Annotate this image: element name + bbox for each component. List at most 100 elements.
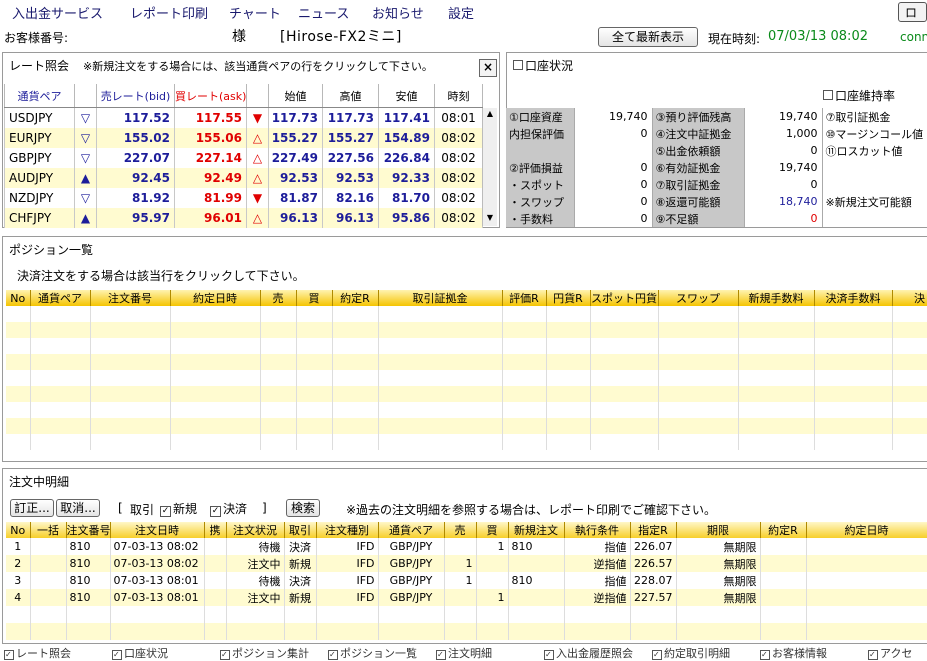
order-col-header[interactable]: 新規注文 <box>508 522 565 538</box>
order-cell <box>676 606 761 623</box>
position-cell <box>30 306 91 322</box>
position-col-header[interactable]: スワップ <box>658 290 739 306</box>
rate-row-nzdjpy[interactable]: NZDJPY ▽ 81.92 81.99 ▼ 81.87 82.16 81.70 08:02 <box>4 188 483 208</box>
position-col-header[interactable]: 決 <box>892 290 927 306</box>
position-col-header[interactable]: No <box>6 290 31 306</box>
position-cell <box>590 386 659 402</box>
footer-tab[interactable]: ✓ ポジション集計 <box>220 645 309 661</box>
order-col-header[interactable]: 期限 <box>676 522 761 538</box>
close-icon[interactable]: × <box>479 59 497 77</box>
order-col-header[interactable]: 通貨ペア <box>378 522 445 538</box>
position-col-header[interactable]: スポット円貨 <box>590 290 659 306</box>
pair: NZDJPY <box>4 188 75 208</box>
bid-rate: 227.07 <box>96 148 175 168</box>
menu-report-print[interactable]: レポート印刷 <box>130 3 208 22</box>
order-col-header[interactable]: 執行条件 <box>564 522 631 538</box>
order-col-header[interactable]: 約定日時 <box>806 522 927 538</box>
position-col-header[interactable]: 約定日時 <box>170 290 261 306</box>
menu-settings[interactable]: 設定 <box>448 3 474 22</box>
order-col-header[interactable]: 指定R <box>630 522 677 538</box>
order-col-header[interactable]: 注文番号 <box>66 522 111 538</box>
footer-tab[interactable]: ✓ 入出金履歴照会 <box>544 645 633 661</box>
position-empty-row <box>6 434 927 450</box>
order-cell: 810 <box>66 572 111 589</box>
checkbox-icon <box>513 60 523 70</box>
menu-deposit-withdrawal[interactable]: 入出金サービス <box>12 3 103 22</box>
position-cell <box>6 434 31 450</box>
modify-order-button[interactable]: 訂正... <box>10 499 54 517</box>
position-col-header[interactable]: 買 <box>296 290 333 306</box>
rate-scrollbar[interactable]: ▲ ▼ <box>482 108 497 226</box>
rate-row-gbpjpy[interactable]: GBPJPY ▽ 227.07 227.14 △ 227.49 227.56 226.84 08… <box>4 148 483 168</box>
order-col-header[interactable]: 一括 <box>30 522 67 538</box>
checkbox-icon: ✓ <box>652 650 662 660</box>
position-col-header[interactable]: 新規手数料 <box>738 290 815 306</box>
account-label: ・手数料 <box>506 210 575 227</box>
rate-row-chfjpy[interactable]: CHFJPY ▲ 95.97 96.01 △ 96.13 96.13 95.86 08:02 <box>4 208 483 228</box>
menu-news[interactable]: ニュース <box>298 3 349 22</box>
footer-tab[interactable]: ✓ 注文明細 <box>436 645 492 661</box>
order-cell <box>444 606 477 623</box>
order-col-header[interactable]: 注文種別 <box>316 522 379 538</box>
footer-tab[interactable]: ✓ 口座状況 <box>112 645 168 661</box>
pair: CHFJPY <box>4 208 75 228</box>
order-col-header[interactable]: 注文状況 <box>226 522 285 538</box>
position-col-header[interactable]: 取引証拠金 <box>378 290 503 306</box>
position-cell <box>6 338 31 354</box>
position-col-header[interactable]: 通貨ペア <box>30 290 91 306</box>
footer-tab[interactable]: ✓ アクセ <box>868 645 912 661</box>
rate-row-eurjpy[interactable]: EURJPY ▽ 155.02 155.06 △ 155.27 155.27 154.89 08… <box>4 128 483 148</box>
low-rate: 81.70 <box>378 188 435 208</box>
order-cell: 注文中 <box>226 555 285 572</box>
account-row: ⑤出金依頼額 0 ⑪ロスカット値 <box>506 142 927 159</box>
position-cell <box>738 306 815 322</box>
account-value: 0 <box>574 176 653 193</box>
order-col-header[interactable]: 売 <box>444 522 477 538</box>
logout-button[interactable]: ログ <box>898 2 927 22</box>
account-label: ⑨不足額 <box>652 210 745 227</box>
footer-tab[interactable]: ✓ レート照会 <box>4 645 71 661</box>
position-col-header[interactable]: 円貨R <box>546 290 591 306</box>
rate-row-audjpy[interactable]: AUDJPY ▲ 92.45 92.49 △ 92.53 92.53 92.33 08:02 <box>4 168 483 188</box>
order-grid: No 一括 注文番号 注文日時携注文状況 取引 注文種別 通貨ペア売買新規注文 執行条件 指定R… <box>6 522 927 640</box>
rate-row-usdjpy[interactable]: USDJPY ▽ 117.52 117.55 ▼ 117.73 117.73 117.41 08… <box>4 107 483 128</box>
position-cell <box>170 434 261 450</box>
position-col-header[interactable]: 評価R <box>502 290 547 306</box>
order-col-header[interactable]: 買 <box>476 522 509 538</box>
filter-close-checkbox[interactable]: ✓ 決済 <box>210 500 247 517</box>
order-cell <box>806 555 927 572</box>
bid-rate: 95.97 <box>96 208 175 228</box>
scroll-down-icon[interactable]: ▼ <box>484 212 496 224</box>
position-cell <box>260 434 297 450</box>
footer-tab[interactable]: ✓ 約定取引明細 <box>652 645 730 661</box>
position-col-header[interactable]: 約定R <box>332 290 379 306</box>
scroll-up-icon[interactable]: ▲ <box>484 108 496 120</box>
menu-chart[interactable]: チャート <box>229 3 281 22</box>
refresh-all-button[interactable]: 全て最新表示 <box>598 27 698 47</box>
order-row[interactable]: 3 810 07-03-13 08:01 待機 決済 IFD GBP/JPY 1 810 指値 22… <box>6 572 927 589</box>
filter-new-checkbox[interactable]: ✓ 新規 <box>160 500 197 517</box>
footer-tab[interactable]: ✓ ポジション一覧 <box>328 645 417 661</box>
order-col-header[interactable]: 注文日時 <box>110 522 205 538</box>
bid-arrow-icon: ▽ <box>74 107 97 128</box>
position-cell <box>502 370 547 386</box>
position-cell <box>814 338 893 354</box>
order-col-header[interactable]: No <box>6 522 31 538</box>
position-grid-header: No 通貨ペア 注文番号 約定日時売買約定R 取引証拠金 評価R 円貨R スポット円貨 スワップ… <box>6 290 927 306</box>
order-row[interactable]: 4 810 07-03-13 08:01 注文中 新規 IFD GBP/JPY 1 逆指値 227… <box>6 589 927 606</box>
checkbox-icon: ✓ <box>544 650 554 660</box>
order-col-header[interactable]: 取引 <box>284 522 317 538</box>
search-button[interactable]: 検索 <box>286 499 320 517</box>
menu-notices[interactable]: お知らせ <box>372 3 424 22</box>
position-cell <box>738 402 815 418</box>
order-col-header[interactable]: 約定R <box>760 522 807 538</box>
order-row[interactable]: 2 810 07-03-13 08:02 注文中 新規 IFD GBP/JPY 1 逆指値 226… <box>6 555 927 572</box>
position-col-header[interactable]: 注文番号 <box>90 290 171 306</box>
order-row[interactable]: 1 810 07-03-13 08:02 待機 決済 IFD GBP/JPY 1 810 指値 22… <box>6 538 927 555</box>
pair: AUDJPY <box>4 168 75 188</box>
position-col-header[interactable]: 決済手数料 <box>814 290 893 306</box>
footer-tab[interactable]: ✓ お客様情報 <box>760 645 827 661</box>
order-col-header[interactable]: 携 <box>204 522 227 538</box>
cancel-order-button[interactable]: 取消... <box>56 499 100 517</box>
position-col-header[interactable]: 売 <box>260 290 297 306</box>
